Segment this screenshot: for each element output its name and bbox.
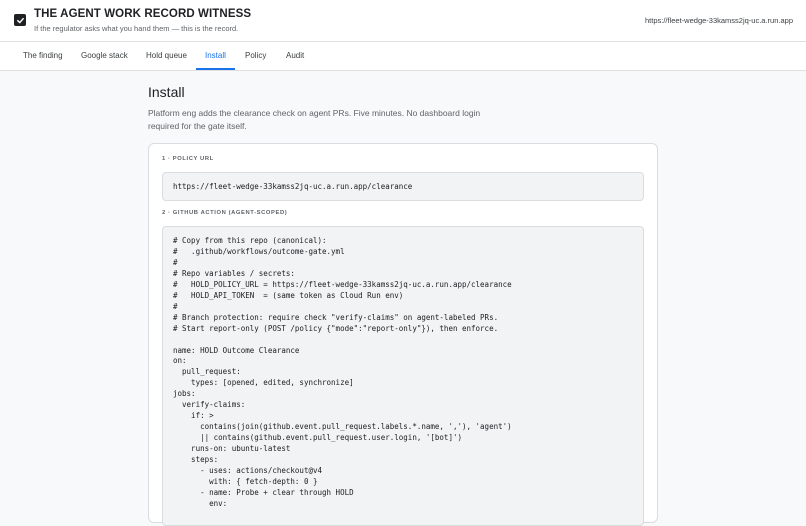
app-subtitle: If the regulator asks what you hand them… (34, 24, 239, 33)
github-action-code[interactable]: # Copy from this repo (canonical): # .gi… (162, 226, 644, 526)
app-title: THE AGENT WORK RECORD WITNESS (34, 8, 252, 20)
step-label-policy-url: 1 · POLICY URL (162, 156, 214, 162)
policy-url-code[interactable]: https://fleet-wedge-33kamss2jq-uc.a.run.… (162, 172, 644, 201)
tab-policy[interactable]: Policy (245, 42, 266, 70)
app-header: THE AGENT WORK RECORD WITNESS If the reg… (0, 0, 806, 42)
checkbox-check-icon (14, 14, 26, 26)
active-tab-indicator (196, 68, 235, 70)
page-description: Platform eng adds the clearance check on… (148, 108, 481, 131)
service-url: https://fleet-wedge-33kamss2jq-uc.a.run.… (645, 16, 793, 25)
tab-audit[interactable]: Audit (286, 42, 304, 70)
tab-the-finding[interactable]: The finding (23, 42, 63, 70)
page-title: Install (148, 84, 185, 100)
install-card: 1 · POLICY URL https://fleet-wedge-33kam… (148, 143, 658, 526)
step-label-github-action: 2 · GITHUB ACTION (AGENT-SCOPED) (162, 210, 288, 216)
tab-google-stack[interactable]: Google stack (81, 42, 128, 70)
tab-hold-queue[interactable]: Hold queue (146, 42, 187, 70)
tab-install[interactable]: Install (205, 42, 226, 70)
tab-bar: The finding Google stack Hold queue Inst… (0, 42, 806, 71)
